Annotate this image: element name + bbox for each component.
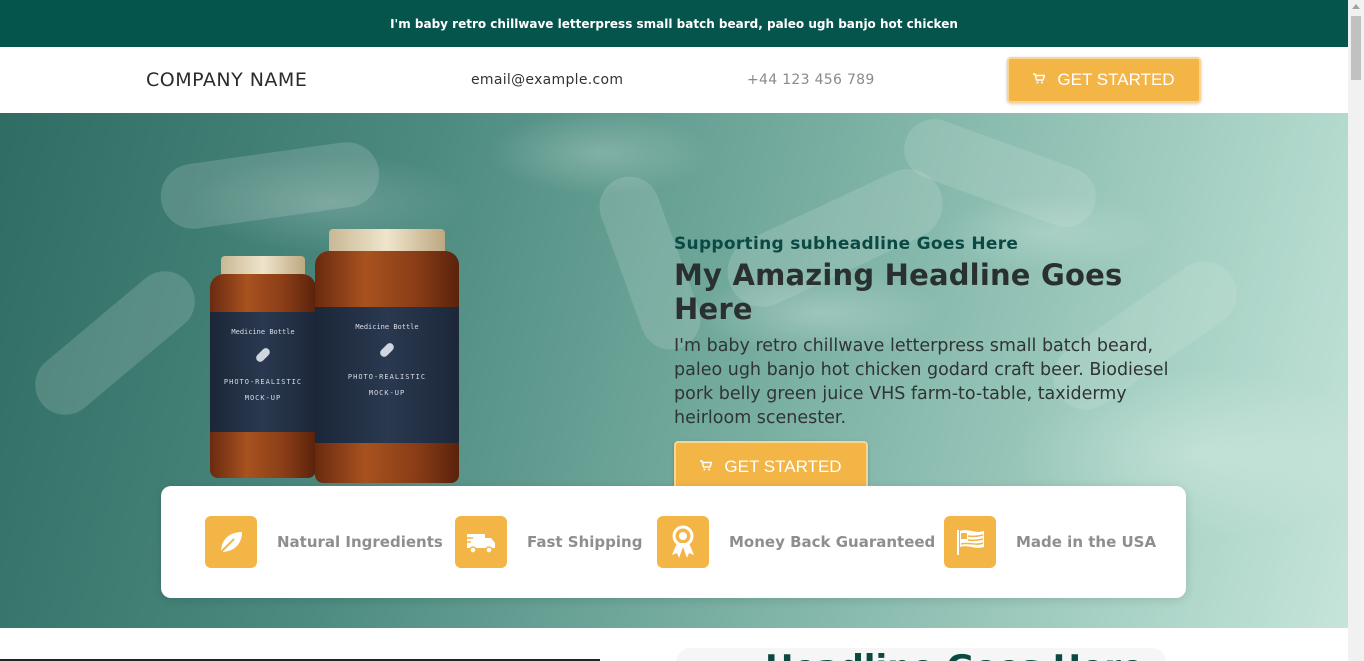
announcement-text: I'm baby retro chillwave letterpress sma… — [390, 16, 958, 31]
page-scrollbar[interactable] — [1348, 0, 1364, 661]
feature-made-in-usa: Made in the USA — [944, 516, 1156, 568]
next-section: Headline Goes Here — [0, 628, 1348, 661]
announcement-bar: I'm baby retro chillwave letterpress sma… — [0, 0, 1348, 47]
scroll-up-arrow-icon[interactable] — [1352, 4, 1360, 9]
next-section-heading: Headline Goes Here — [765, 648, 1144, 661]
hero-subheadline: Supporting subheadline Goes Here — [674, 234, 1019, 254]
bottle-label: Medicine Bottle PHOTO-REALISTIC MOCK-UP — [315, 307, 459, 443]
bottle-label-title: Medicine Bottle — [355, 323, 419, 331]
feature-money-back: Money Back Guaranteed — [657, 516, 935, 568]
feature-label: Made in the USA — [1016, 533, 1157, 551]
product-bottle-back: Medicine Bottle PHOTO-REALISTIC MOCK-UP — [210, 256, 316, 478]
pill-icon — [256, 348, 270, 362]
cart-icon — [1033, 73, 1046, 87]
award-ribbon-icon — [657, 516, 709, 568]
leaf-icon — [205, 516, 257, 568]
site-header: COMPANY NAME email@example.com +44 123 4… — [0, 47, 1348, 113]
feature-label: Natural Ingredients — [277, 533, 443, 551]
header-email[interactable]: email@example.com — [471, 72, 623, 88]
bottle-label: Medicine Bottle PHOTO-REALISTIC MOCK-UP — [210, 312, 316, 432]
header-cta-label: GET STARTED — [1057, 70, 1175, 89]
header-phone[interactable]: +44 123 456 789 — [747, 72, 875, 88]
truck-icon — [455, 516, 507, 568]
bottle-label-subtitle: PHOTO-REALISTIC — [347, 373, 427, 381]
bottle-label-mockup: MOCK-UP — [244, 394, 282, 402]
feature-natural-ingredients: Natural Ingredients — [205, 516, 443, 568]
hero-copy: Supporting subheadline Goes Here My Amaz… — [674, 234, 1194, 493]
cart-icon — [700, 460, 713, 474]
flag-icon — [944, 516, 996, 568]
bottle-label-title: Medicine Bottle — [231, 328, 295, 336]
feature-fast-shipping: Fast Shipping — [455, 516, 642, 568]
feature-label: Money Back Guaranteed — [729, 533, 936, 551]
scrollbar-thumb[interactable] — [1351, 16, 1361, 80]
feature-label: Fast Shipping — [527, 533, 643, 551]
bottle-label-mockup: MOCK-UP — [368, 389, 406, 397]
background-capsule — [22, 258, 208, 428]
background-capsule — [156, 138, 384, 233]
hero-body-text: I'm baby retro chillwave letterpress sma… — [674, 336, 1169, 428]
header-get-started-button[interactable]: GET STARTED — [1007, 57, 1201, 103]
bottle-label-subtitle: PHOTO-REALISTIC — [223, 378, 303, 386]
features-card: Natural Ingredients Fast Shipping Money … — [161, 486, 1186, 598]
pill-icon — [380, 343, 394, 357]
hero-headline: My Amazing Headline Goes Here — [674, 258, 1123, 326]
company-logo[interactable]: COMPANY NAME — [146, 69, 307, 91]
hero-cta-label: GET STARTED — [724, 457, 842, 476]
product-bottle-front: Medicine Bottle PHOTO-REALISTIC MOCK-UP — [315, 229, 459, 483]
